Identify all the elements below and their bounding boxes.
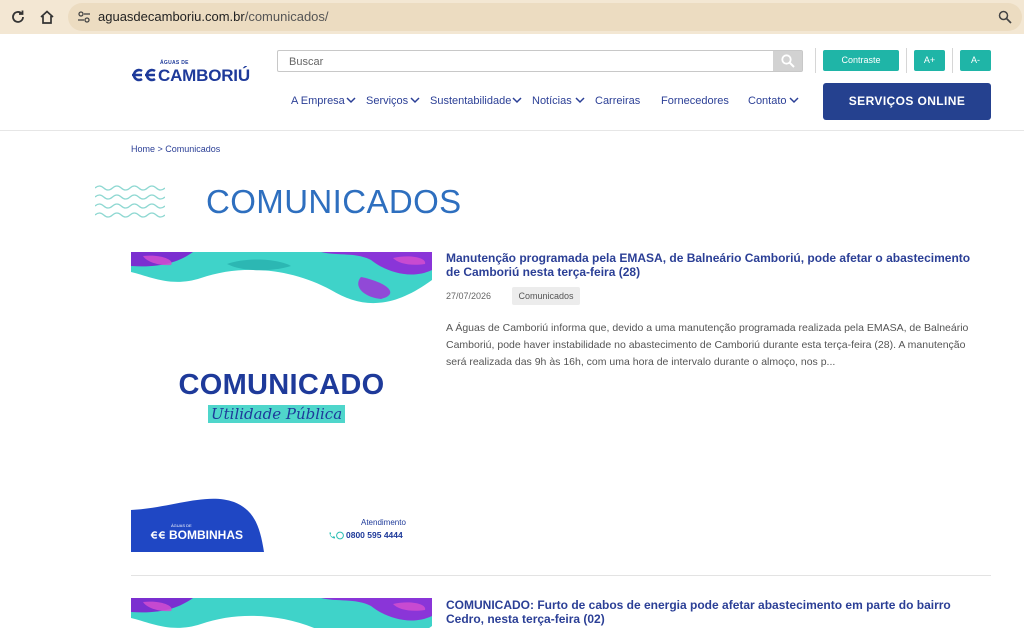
divider	[952, 48, 953, 73]
logo-icon[interactable]	[130, 62, 158, 86]
thumbnail-subheading: Utilidade Pública	[208, 405, 346, 423]
news-thumbnail[interactable]: COMUNICADO Utilidade Pública ÁGUAS DE BO…	[131, 252, 432, 552]
site-settings-icon[interactable]	[77, 10, 91, 24]
nav-servicos[interactable]: Serviços	[366, 95, 408, 107]
news-date: 27/07/2026	[446, 291, 492, 301]
font-increase-button[interactable]: A+	[914, 50, 945, 71]
browser-toolbar: aguasdecamboriu.com.br/comunicados/	[0, 0, 1024, 34]
news-tag[interactable]: Comunicados	[512, 287, 580, 305]
phone-whatsapp-icon	[329, 531, 344, 540]
font-decrease-button[interactable]: A-	[960, 50, 991, 71]
thumbnail-phone: 0800 595 4444	[346, 530, 403, 540]
news-title[interactable]: Manutenção programada pela EMASA, de Bal…	[446, 251, 986, 279]
nav-noticias[interactable]: Notícias	[532, 95, 572, 107]
news-thumbnail[interactable]	[131, 598, 432, 628]
url-domain: aguasdecamboriu.com.br	[98, 9, 245, 24]
divider	[906, 48, 907, 73]
thumbnail-wave-banner	[131, 598, 432, 628]
reload-icon[interactable]	[9, 8, 27, 26]
thumbnail-brand: BOMBINHAS	[169, 528, 243, 542]
nav-carreiras[interactable]: Carreiras	[595, 95, 640, 107]
thumbnail-wave-banner	[131, 252, 432, 304]
chevron-down-icon[interactable]	[410, 96, 420, 104]
news-divider	[131, 575, 991, 576]
search-button[interactable]	[773, 51, 802, 71]
chevron-down-icon[interactable]	[789, 96, 799, 104]
nav-sustentabilidade[interactable]: Sustentabilidade	[430, 95, 511, 107]
contrast-button[interactable]: Contraste	[823, 50, 899, 71]
home-icon[interactable]	[38, 8, 56, 26]
search-input[interactable]: Buscar	[277, 50, 803, 72]
waves-decoration-icon	[95, 185, 165, 218]
nav-contato[interactable]: Contato	[748, 95, 787, 107]
zoom-icon[interactable]	[998, 10, 1012, 24]
url-path: /comunicados/	[244, 9, 329, 24]
search-placeholder: Buscar	[289, 56, 324, 68]
news-excerpt: A Águas de Camboriú informa que, devido …	[446, 322, 969, 368]
nav-a-empresa[interactable]: A Empresa	[291, 95, 345, 107]
search-icon	[781, 54, 795, 68]
thumbnail-heading: COMUNICADO	[178, 369, 385, 401]
nav-fornecedores[interactable]: Fornecedores	[661, 95, 729, 107]
chevron-down-icon[interactable]	[346, 96, 356, 104]
url-text: aguasdecamboriu.com.br/comunicados/	[98, 9, 329, 24]
bombinhas-logo-icon	[150, 531, 166, 539]
divider	[815, 48, 816, 73]
chevron-down-icon[interactable]	[575, 96, 585, 104]
page-title: COMUNICADOS	[206, 183, 462, 220]
address-bar[interactable]: aguasdecamboriu.com.br/comunicados/	[68, 3, 1022, 31]
servicos-online-button[interactable]: SERVIÇOS ONLINE	[823, 83, 991, 120]
thumbnail-support-label: Atendimento	[361, 518, 406, 527]
news-title[interactable]: COMUNICADO: Furto de cabos de energia po…	[446, 598, 986, 626]
chevron-down-icon[interactable]	[512, 96, 522, 104]
logo-text[interactable]: CAMBORIÚ	[158, 66, 250, 86]
breadcrumb[interactable]: Home > Comunicados	[131, 144, 220, 154]
